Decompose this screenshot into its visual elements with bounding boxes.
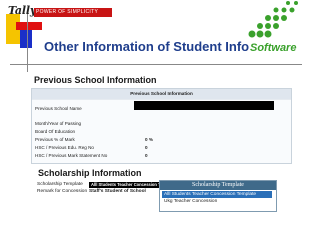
- row-value-reg-no[interactable]: 0: [145, 145, 148, 150]
- software-logo: Software: [244, 0, 314, 62]
- previous-school-form: Previous School Information Previous Sch…: [31, 88, 292, 164]
- decor-red-block: [16, 22, 42, 30]
- row-value-mark-statement[interactable]: 0: [145, 153, 148, 158]
- dropdown-title: Scholarship Template: [160, 181, 276, 190]
- scholarship-fields: Scholarship Template Alll Students Teach…: [31, 181, 176, 199]
- tally-tagline: POWER OF SIMPLICITY: [36, 9, 99, 15]
- row-value-previous-mark[interactable]: 0 %: [145, 137, 153, 142]
- tally-tagline-bar: POWER OF SIMPLICITY: [34, 8, 112, 17]
- scholarship-template-dropdown[interactable]: Scholarship Template Alll Students Teach…: [159, 180, 277, 212]
- decor-blue-block: [20, 30, 32, 48]
- row-label-previous-school-name: Previous School Name: [35, 106, 82, 111]
- page-title: Other Information of Student Info: [44, 39, 250, 54]
- scholarship-heading: Scholarship Information: [38, 168, 142, 178]
- software-logo-icon: [248, 1, 298, 38]
- row-label-board: Board Of Education: [35, 129, 76, 134]
- tally-logo: Tally POWER OF SIMPLICITY: [8, 4, 118, 20]
- previous-school-heading: Previous School Information: [34, 75, 157, 85]
- row-label-reg-no: HSC / Previous Edu. Reg No: [35, 145, 94, 150]
- software-logo-text: Software: [250, 42, 297, 54]
- remark-concession-label: Remark for Concession: [37, 189, 88, 194]
- previous-school-name-field[interactable]: [134, 101, 274, 110]
- dropdown-option[interactable]: Ukg Teacher Concession: [162, 198, 272, 205]
- scholarship-template-label: Scholarship Template: [37, 182, 83, 187]
- row-label-previous-mark: Previous % of Mark: [35, 137, 75, 142]
- scholarship-template-field[interactable]: Alll Students Teacher Concession Templat…: [89, 182, 176, 188]
- row-label-mark-statement: HSC / Previous Mark Statement No: [35, 153, 108, 158]
- form-title: Previous School Information: [32, 89, 291, 99]
- remark-concession-value[interactable]: Staff's Student of School: [89, 189, 146, 194]
- row-divider: [32, 99, 291, 100]
- row-label-month-year: Month/Year of Passing: [35, 121, 82, 126]
- decor-horizontal-line: [10, 64, 302, 65]
- dropdown-option-selected[interactable]: Alll Students Teacher Concession Templat…: [162, 191, 272, 198]
